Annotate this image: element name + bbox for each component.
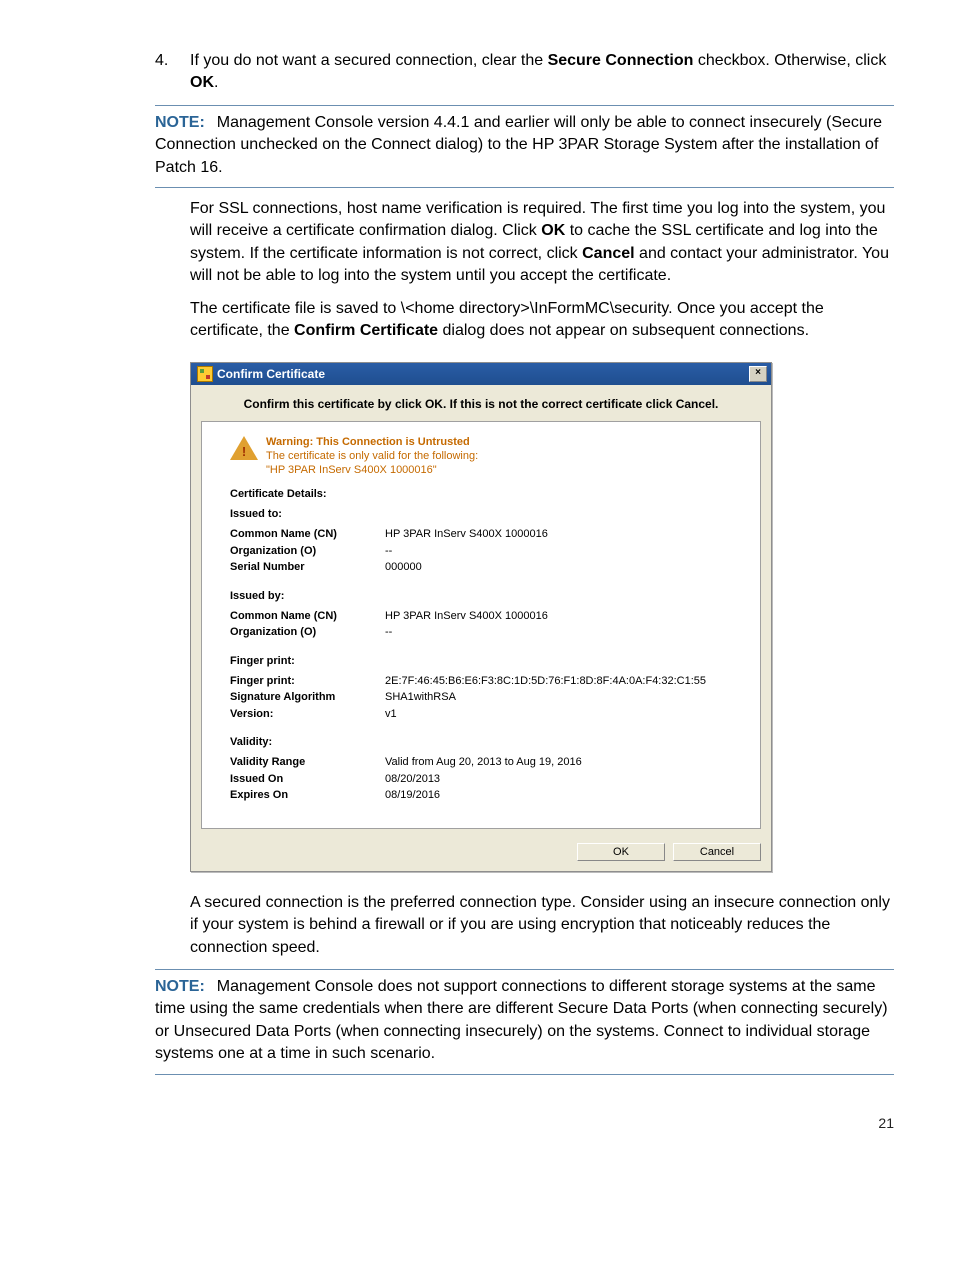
value: v1 [385, 706, 742, 723]
value: HP 3PAR InServ S400X 1000016 [385, 608, 742, 625]
bold: OK [541, 222, 565, 239]
validity-group: Validity: Validity RangeValid from Aug 2… [230, 736, 742, 804]
fingerprint-group: Finger print: Finger print:2E:7F:46:45:B… [230, 655, 742, 723]
dialog-panel: ! Warning: This Connection is Untrusted … [201, 421, 761, 829]
note-label: NOTE: [155, 978, 205, 995]
fingerprint-header: Finger print: [230, 655, 742, 667]
value: -- [385, 624, 742, 641]
validity-header: Validity: [230, 736, 742, 748]
bold: Secure Connection [548, 52, 694, 69]
issued-by-group: Issued by: Common Name (CN)HP 3PAR InSer… [230, 590, 742, 641]
issued-by-header: Issued by: [230, 590, 742, 602]
value: 2E:7F:46:45:B6:E6:F3:8C:1D:5D:76:F1:8D:8… [385, 673, 742, 690]
label: Version: [230, 706, 385, 723]
dialog-instruction: Confirm this certificate by click OK. If… [191, 385, 771, 421]
close-icon[interactable]: × [749, 366, 767, 382]
label: Common Name (CN) [230, 608, 385, 625]
value: Valid from Aug 20, 2013 to Aug 19, 2016 [385, 754, 742, 771]
label: Expires On [230, 787, 385, 804]
value: 08/20/2013 [385, 771, 742, 788]
dialog-titlebar[interactable]: Confirm Certificate × [191, 363, 771, 385]
step-4: 4. If you do not want a secured connecti… [60, 50, 894, 95]
text: If you do not want a secured connection,… [190, 52, 548, 69]
text: . [214, 74, 218, 91]
warning-body-2: "HP 3PAR InServ S400X 1000016" [266, 464, 478, 476]
text: dialog does not appear on subsequent con… [438, 322, 809, 339]
paragraph-file: The certificate file is saved to \<home … [190, 298, 894, 343]
bold: Cancel [582, 245, 634, 262]
note-text: Management Console does not support conn… [155, 978, 888, 1062]
warning-icon: ! [230, 436, 258, 462]
note-text: Management Console version 4.4.1 and ear… [155, 114, 882, 176]
ok-button[interactable]: OK [577, 843, 665, 861]
page-number: 21 [60, 1115, 894, 1131]
cancel-button[interactable]: Cancel [673, 843, 761, 861]
certificate-details-header: Certificate Details: [230, 488, 742, 500]
issued-to-header: Issued to: [230, 508, 742, 520]
app-icon [197, 366, 213, 382]
issued-to-group: Issued to: Common Name (CN)HP 3PAR InSer… [230, 508, 742, 576]
value: SHA1withRSA [385, 689, 742, 706]
bold: OK [190, 74, 214, 91]
text: checkbox. Otherwise, click [693, 52, 886, 69]
value: 000000 [385, 559, 742, 576]
value: HP 3PAR InServ S400X 1000016 [385, 526, 742, 543]
warning-row: ! Warning: This Connection is Untrusted … [230, 436, 742, 476]
step-text: If you do not want a secured connection,… [190, 50, 894, 95]
label: Serial Number [230, 559, 385, 576]
warning-body-1: The certificate is only valid for the fo… [266, 450, 478, 462]
paragraph-secured: A secured connection is the preferred co… [190, 892, 894, 959]
step-number: 4. [155, 50, 190, 95]
value: 08/19/2016 [385, 787, 742, 804]
dialog-title-text: Confirm Certificate [217, 367, 325, 381]
label: Signature Algorithm [230, 689, 385, 706]
warning-title: Warning: This Connection is Untrusted [266, 436, 478, 448]
bold: Confirm Certificate [294, 322, 438, 339]
paragraph-ssl: For SSL connections, host name verificat… [190, 198, 894, 288]
label: Organization (O) [230, 624, 385, 641]
value: -- [385, 543, 742, 560]
confirm-certificate-dialog: Confirm Certificate × Confirm this certi… [190, 362, 772, 872]
label: Finger print: [230, 673, 385, 690]
note-label: NOTE: [155, 114, 205, 131]
note-box-2: NOTE:Management Console does not support… [155, 969, 894, 1075]
label: Issued On [230, 771, 385, 788]
label: Validity Range [230, 754, 385, 771]
dialog-button-bar: OK Cancel [191, 837, 771, 871]
label: Common Name (CN) [230, 526, 385, 543]
note-box-1: NOTE:Management Console version 4.4.1 an… [155, 105, 894, 188]
label: Organization (O) [230, 543, 385, 560]
